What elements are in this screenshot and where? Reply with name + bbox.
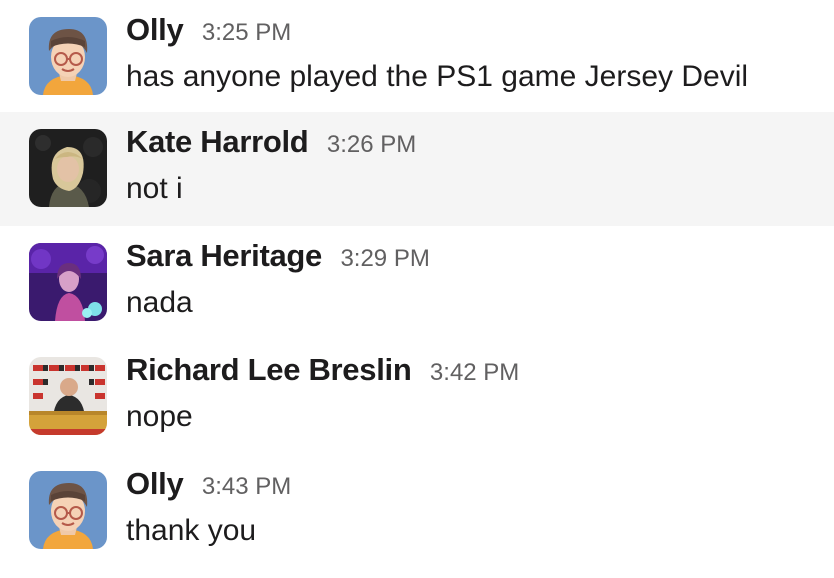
message-header: Olly 3:25 PM	[126, 12, 291, 48]
message-header: Olly 3:43 PM	[126, 466, 291, 502]
message-text: nope	[126, 400, 193, 433]
timestamp[interactable]: 3:42 PM	[430, 359, 519, 386]
message-header: Richard Lee Breslin 3:42 PM	[126, 352, 519, 388]
olly-avatar[interactable]	[29, 17, 107, 95]
author-name[interactable]: Kate Harrold	[126, 124, 309, 159]
kate-avatar[interactable]	[29, 129, 107, 207]
message-text: thank you	[126, 514, 257, 547]
richard-avatar[interactable]	[29, 357, 107, 435]
sara-photo-avatar-icon	[29, 243, 107, 321]
message-text: nada	[126, 286, 193, 319]
timestamp[interactable]: 3:29 PM	[340, 245, 429, 272]
author-name[interactable]: Richard Lee Breslin	[126, 352, 412, 387]
message-feed: Olly 3:25 PM has anyone played the PS1 g…	[0, 0, 834, 578]
message-header: Sara Heritage 3:29 PM	[126, 238, 430, 274]
message-text: has anyone played the PS1 game Jersey De…	[126, 60, 749, 93]
message-item[interactable]: Richard Lee Breslin 3:42 PM nope	[0, 340, 834, 454]
message-item[interactable]: Olly 3:43 PM thank you	[0, 454, 834, 568]
kate-photo-avatar-icon	[29, 129, 107, 207]
olly-avatar[interactable]	[29, 471, 107, 549]
message-item[interactable]: Kate Harrold 3:26 PM not i	[0, 112, 834, 226]
message-header: Kate Harrold 3:26 PM	[126, 124, 416, 160]
author-name[interactable]: Olly	[126, 12, 184, 47]
message-text: not i	[126, 172, 183, 205]
olly-cartoon-avatar-icon	[29, 471, 107, 549]
author-name[interactable]: Sara Heritage	[126, 238, 322, 273]
timestamp[interactable]: 3:25 PM	[202, 19, 291, 46]
message-item[interactable]: Olly 3:25 PM has anyone played the PS1 g…	[0, 0, 834, 114]
timestamp[interactable]: 3:26 PM	[327, 131, 416, 158]
richard-photo-avatar-icon	[29, 357, 107, 435]
message-item[interactable]: Sara Heritage 3:29 PM nada	[0, 226, 834, 340]
sara-avatar[interactable]	[29, 243, 107, 321]
timestamp[interactable]: 3:43 PM	[202, 473, 291, 500]
olly-cartoon-avatar-icon	[29, 17, 107, 95]
author-name[interactable]: Olly	[126, 466, 184, 501]
